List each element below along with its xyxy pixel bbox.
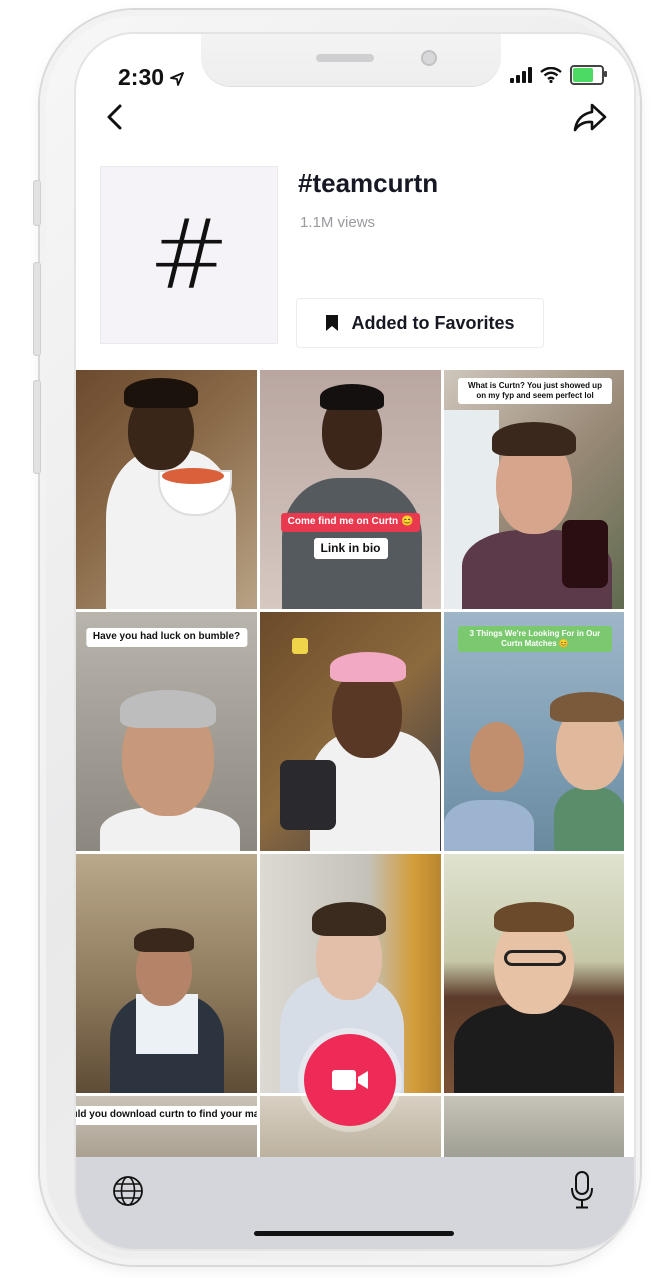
- video-caption: What is Curtn? You just showed up on my …: [458, 378, 612, 404]
- front-camera: [421, 50, 437, 66]
- video-thumbnail[interactable]: Should you download curtn to find your m…: [76, 1096, 257, 1160]
- speaker: [316, 54, 374, 62]
- notch: [201, 34, 501, 86]
- video-caption: Have you had luck on bumble?: [85, 628, 248, 647]
- keyboard-accessory-bar: [76, 1157, 634, 1249]
- back-arrow-icon[interactable]: [100, 100, 134, 134]
- view-count: 1.1M views: [300, 214, 376, 231]
- video-thumbnail[interactable]: [76, 370, 257, 609]
- hashtag-title: #teamcurtn: [298, 168, 439, 198]
- favorites-label: Added to Favorites: [351, 312, 515, 333]
- volume-down-button: [33, 380, 41, 474]
- wifi-icon: [540, 67, 562, 83]
- favorites-button[interactable]: Added to Favorites: [296, 298, 544, 348]
- status-time: 2:30: [118, 64, 185, 91]
- hash-symbol: #: [148, 199, 230, 311]
- mute-switch: [33, 180, 41, 226]
- bookmark-icon: [326, 315, 339, 331]
- share-icon[interactable]: [572, 100, 608, 134]
- video-thumbnail[interactable]: Have you had luck on bumble?: [76, 612, 257, 851]
- video-caption: Link in bio: [313, 538, 388, 559]
- video-thumbnail[interactable]: Come find me on Curtn 😊 Link in bio: [260, 370, 441, 609]
- status-icons: [510, 64, 607, 86]
- video-thumbnail[interactable]: 3 Things We're Looking For in Our Curtn …: [444, 612, 624, 851]
- time-text: 2:30: [118, 64, 165, 90]
- video-caption: [292, 638, 309, 654]
- video-thumbnail[interactable]: [76, 854, 257, 1093]
- microphone-icon[interactable]: [570, 1171, 594, 1209]
- phone-screen: 2:30 # #teamcurtn 1.1M views Added to Fa…: [76, 34, 634, 1249]
- cellular-signal-icon: [510, 67, 532, 83]
- home-indicator[interactable]: [254, 1231, 454, 1236]
- video-caption: Should you download curtn to find your m…: [76, 1106, 257, 1125]
- video-caption: Come find me on Curtn 😊: [280, 513, 421, 532]
- volume-up-button: [33, 262, 41, 356]
- video-caption: 3 Things We're Looking For in Our Curtn …: [458, 626, 612, 652]
- location-arrow-icon: [170, 72, 185, 86]
- battery-icon: [570, 65, 607, 85]
- record-button[interactable]: [304, 1034, 396, 1126]
- video-thumbnail[interactable]: What is Curtn? You just showed up on my …: [444, 370, 624, 609]
- video-thumbnail[interactable]: [260, 612, 441, 851]
- hashtag-cover: #: [100, 166, 278, 344]
- video-thumbnail[interactable]: [444, 1096, 624, 1160]
- video-thumbnail[interactable]: [444, 854, 624, 1093]
- video-camera-icon: [332, 1070, 368, 1090]
- globe-icon[interactable]: [112, 1175, 144, 1207]
